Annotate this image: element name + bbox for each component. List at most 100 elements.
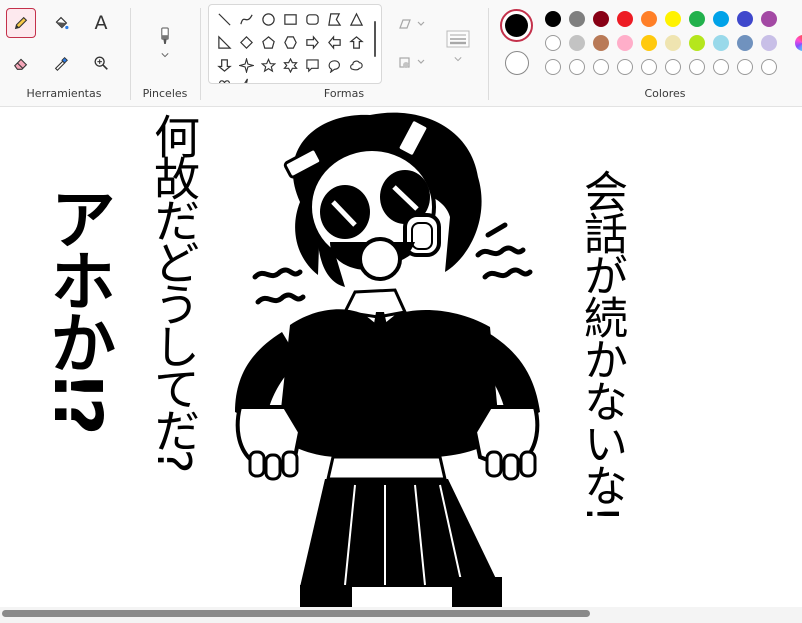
shape-callout-cloud[interactable] [347, 56, 365, 74]
color-swatch[interactable] [713, 11, 729, 27]
fill-dropdown[interactable] [390, 50, 434, 74]
color-swatch[interactable] [713, 35, 729, 51]
arrow-left-icon [327, 34, 341, 50]
custom-color-slot[interactable] [593, 59, 609, 75]
shape-triangle[interactable] [347, 10, 365, 28]
shape-rectangle[interactable] [281, 10, 299, 28]
shapes-scrollbar[interactable] [374, 21, 376, 57]
custom-color-slot[interactable] [641, 59, 657, 75]
color-swatch[interactable] [689, 11, 705, 27]
color-swatch[interactable] [761, 11, 777, 27]
shape-callout-rect[interactable] [303, 56, 321, 74]
color-swatch[interactable] [641, 11, 657, 27]
triangle-icon [349, 12, 363, 26]
shape-right-triangle[interactable] [215, 33, 233, 51]
pencil-tool[interactable] [6, 8, 36, 38]
custom-color-slot[interactable] [617, 59, 633, 75]
primary-color-fill [505, 14, 528, 37]
drawing-artwork [235, 112, 540, 607]
size-dropdown[interactable] [440, 22, 476, 70]
fill-tool[interactable] [46, 8, 76, 38]
color-swatch[interactable] [545, 11, 561, 27]
color-swatch[interactable] [617, 11, 633, 27]
eraser-icon [13, 58, 28, 70]
color-swatch[interactable] [593, 35, 609, 51]
shape-callout-oval[interactable] [325, 56, 343, 74]
shape-arrow-down[interactable] [215, 56, 233, 74]
drawing-canvas[interactable]: アホか!? 何故だどうしてだ? 会話が続かないな! [0, 107, 802, 607]
magnifier-tool[interactable] [86, 48, 116, 78]
separator [200, 8, 201, 100]
eyedropper-icon [54, 56, 68, 71]
color-picker-tool[interactable] [46, 48, 76, 78]
brush-dropdown[interactable] [150, 18, 180, 66]
pencil-icon [14, 16, 28, 30]
text-tool[interactable]: A [86, 8, 116, 38]
rectangle-icon [283, 13, 297, 25]
shape-arrow-left[interactable] [325, 33, 343, 51]
pentagon-icon [261, 35, 275, 49]
color-swatch[interactable] [569, 11, 585, 27]
horizontal-scrollbar[interactable] [0, 607, 802, 623]
secondary-color[interactable] [505, 51, 529, 75]
custom-color-slot[interactable] [545, 59, 561, 75]
shape-rounded-rectangle[interactable] [303, 10, 321, 28]
shape-star-six[interactable] [281, 56, 299, 74]
arrow-up-icon [348, 35, 364, 49]
horizontal-scrollbar-thumb[interactable] [2, 610, 590, 617]
custom-color-slot[interactable] [737, 59, 753, 75]
color-swatch[interactable] [761, 35, 777, 51]
outline-dropdown[interactable] [390, 12, 434, 36]
shape-polygon[interactable] [325, 10, 343, 28]
colors-group-label: Colores [644, 87, 686, 100]
chevron-down-icon [161, 53, 169, 58]
color-swatch[interactable] [737, 35, 753, 51]
lightning-icon [243, 78, 251, 83]
heart-icon [218, 79, 230, 83]
shape-curve[interactable] [237, 10, 255, 28]
line-icon [217, 12, 231, 26]
shape-diamond[interactable] [237, 33, 255, 51]
shape-hexagon[interactable] [281, 33, 299, 51]
ribbon: A Herramientas Pinceles Formas Colores [0, 0, 802, 107]
custom-color-slot[interactable] [569, 59, 585, 75]
color-swatch[interactable] [617, 35, 633, 51]
color-swatch[interactable] [545, 35, 561, 51]
custom-color-slot[interactable] [761, 59, 777, 75]
magnifier-icon [94, 56, 108, 70]
eraser-tool[interactable] [6, 48, 36, 78]
shape-star-five[interactable] [259, 56, 277, 74]
color-swatch[interactable] [665, 11, 681, 27]
oval-icon [261, 12, 275, 26]
color-swatch[interactable] [641, 35, 657, 51]
custom-color-slot[interactable] [689, 59, 705, 75]
tools-group-label: Herramientas [26, 87, 102, 100]
color-swatch[interactable] [665, 35, 681, 51]
shape-arrow-up[interactable] [347, 33, 365, 51]
brush-icon [161, 27, 169, 44]
arrow-right-icon [305, 34, 319, 50]
polygon-icon [327, 12, 341, 26]
brushes-group: Pinceles [132, 0, 198, 106]
shape-pentagon[interactable] [259, 33, 277, 51]
color-swatch[interactable] [593, 11, 609, 27]
custom-color-slot[interactable] [665, 59, 681, 75]
separator [488, 8, 489, 100]
right-triangle-icon [217, 34, 232, 49]
shape-star-four[interactable] [237, 56, 255, 74]
color-swatch[interactable] [737, 11, 753, 27]
four-point-star-icon [238, 57, 254, 73]
rounded-rectangle-icon [305, 13, 319, 25]
custom-color-slot[interactable] [713, 59, 729, 75]
primary-color[interactable] [500, 9, 533, 42]
shape-arrow-right[interactable] [303, 33, 321, 51]
shape-lightning[interactable] [237, 76, 255, 83]
oval-callout-icon [328, 59, 340, 73]
shape-oval[interactable] [259, 10, 277, 28]
color-swatch[interactable] [569, 35, 585, 51]
shape-line[interactable] [215, 10, 233, 28]
shape-heart[interactable] [215, 76, 233, 83]
text-icon: A [94, 12, 108, 34]
color-swatch[interactable] [689, 35, 705, 51]
fill-icon [399, 57, 425, 68]
